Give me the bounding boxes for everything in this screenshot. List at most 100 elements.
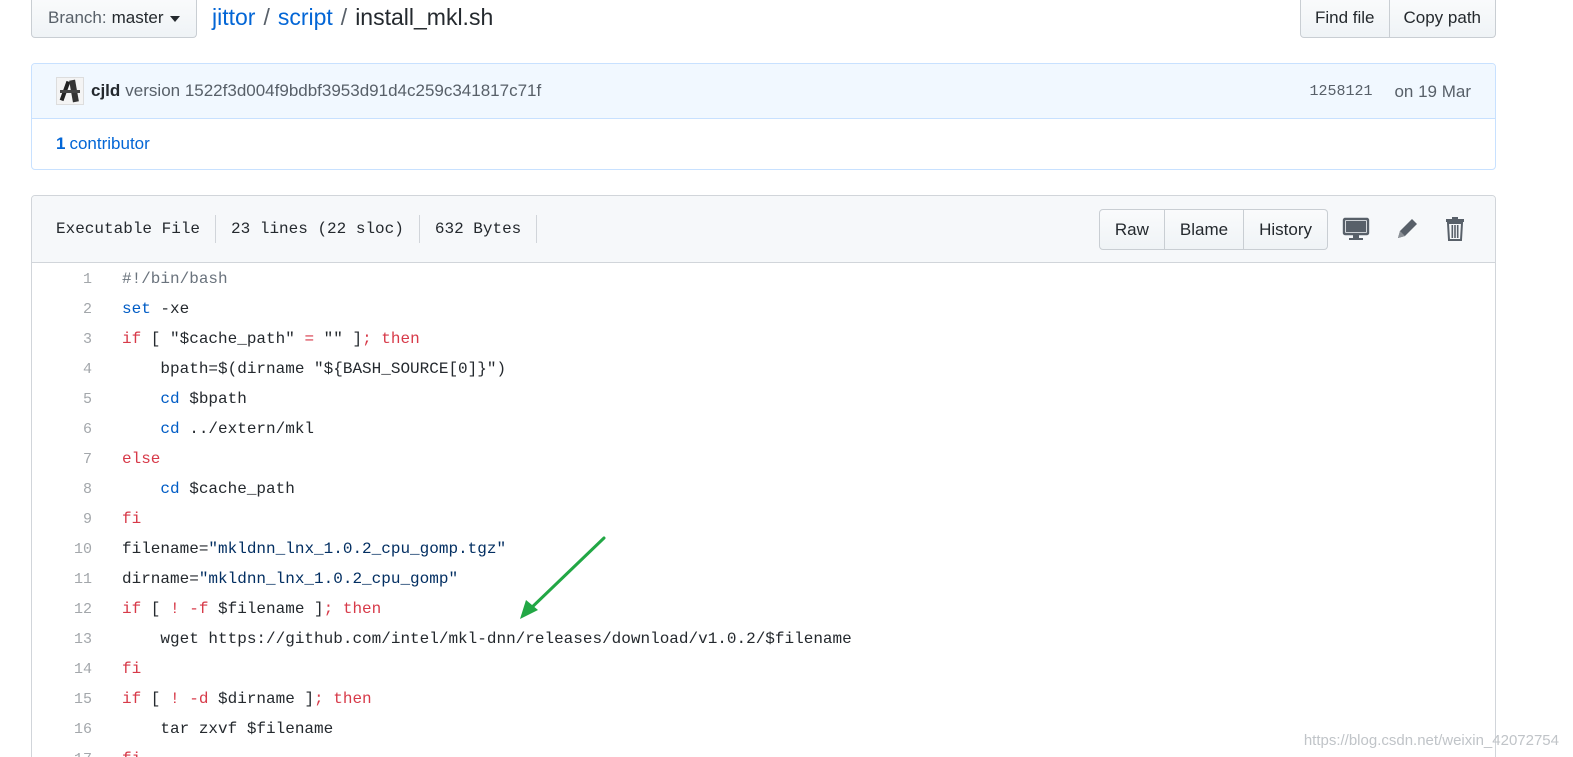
contributor-label: contributor bbox=[69, 134, 150, 153]
commit-sha-link[interactable]: 1258121 bbox=[1309, 83, 1372, 100]
line-number[interactable]: 2 bbox=[32, 301, 122, 318]
file-header: Executable File 23 lines (22 sloc) 632 B… bbox=[32, 196, 1495, 263]
copy-path-button[interactable]: Copy path bbox=[1389, 0, 1496, 38]
code-token: ; then bbox=[362, 330, 420, 348]
code-token: -xe bbox=[150, 300, 190, 318]
code-token: if bbox=[122, 600, 142, 618]
code-token: [ bbox=[141, 600, 171, 618]
watermark-text: https://blog.csdn.net/weixin_42072754 bbox=[1303, 732, 1559, 749]
history-button[interactable]: History bbox=[1244, 209, 1328, 250]
branch-select-button[interactable]: Branch: master bbox=[31, 0, 197, 38]
line-number[interactable]: 8 bbox=[32, 481, 122, 498]
line-code: tar zxvf $filename bbox=[122, 720, 333, 738]
code-line: 3 if [ "$cache_path" = "" ]; then bbox=[32, 324, 1495, 354]
line-number[interactable]: 17 bbox=[32, 751, 122, 757]
code-token: $filename ] bbox=[208, 600, 324, 618]
file-line-count: 23 lines (22 sloc) bbox=[216, 215, 420, 243]
contributors-link[interactable]: 1 contributor bbox=[32, 119, 1495, 169]
trash-icon[interactable] bbox=[1440, 214, 1470, 244]
code-token: "${BASH_SOURCE[0]}" bbox=[314, 360, 497, 378]
commit-date: on 19 Mar bbox=[1394, 81, 1471, 101]
file-viewer: Executable File 23 lines (22 sloc) 632 B… bbox=[31, 195, 1496, 757]
code-token: "$cache_path" bbox=[170, 330, 295, 348]
line-code: else bbox=[122, 450, 160, 468]
code-token: dirname= bbox=[122, 570, 199, 588]
line-number[interactable]: 5 bbox=[32, 391, 122, 408]
find-file-button[interactable]: Find file bbox=[1299, 0, 1390, 38]
line-code: wget https://github.com/intel/mkl-dnn/re… bbox=[122, 630, 851, 648]
code-line: 11 dirname="mkldnn_lnx_1.0.2_cpu_gomp" bbox=[32, 564, 1495, 594]
commit-tease: cjld version 1522f3d004f9bdbf3953d91d4c2… bbox=[31, 63, 1496, 170]
line-code: fi bbox=[122, 750, 141, 757]
line-number[interactable]: 14 bbox=[32, 661, 122, 678]
commit-author-link[interactable]: cjld bbox=[91, 81, 120, 101]
code-token: ) bbox=[496, 360, 507, 378]
line-code: cd $bpath bbox=[122, 390, 246, 408]
code-token: ; then bbox=[314, 690, 372, 708]
branch-name: master bbox=[111, 7, 164, 27]
breadcrumb: jittor / script / install_mkl.sh bbox=[212, 4, 493, 31]
line-number[interactable]: 16 bbox=[32, 721, 122, 738]
code-line: 17fi bbox=[32, 744, 1495, 757]
code-token: fi bbox=[122, 660, 142, 678]
code-token: bpath=$(dirname bbox=[122, 360, 315, 378]
code-token: set bbox=[122, 300, 151, 318]
code-line: 8 cd $cache_path bbox=[32, 474, 1495, 504]
line-code: if [ "$cache_path" = "" ]; then bbox=[122, 330, 420, 348]
code-token: [ bbox=[141, 330, 171, 348]
commit-meta: 1258121 on 19 Mar bbox=[1309, 64, 1471, 119]
code-line: 7 else bbox=[32, 444, 1495, 474]
arrow-annotation-icon bbox=[520, 536, 606, 619]
code-token: if bbox=[122, 690, 142, 708]
line-number[interactable]: 4 bbox=[32, 361, 122, 378]
file-actions-group: Raw Blame History bbox=[1098, 209, 1328, 250]
raw-button[interactable]: Raw bbox=[1098, 209, 1165, 250]
code-token: fi bbox=[122, 510, 142, 528]
code-token: "" bbox=[323, 330, 343, 348]
code-line: 16 tar zxvf $filename bbox=[32, 714, 1495, 744]
code-token: cd bbox=[160, 390, 180, 408]
line-number[interactable]: 7 bbox=[32, 451, 122, 468]
line-number[interactable]: 15 bbox=[32, 691, 122, 708]
line-number[interactable]: 11 bbox=[32, 571, 122, 588]
breadcrumb-repo-link[interactable]: jittor bbox=[212, 4, 255, 31]
code-token: cd bbox=[160, 420, 180, 438]
line-code: #!/bin/bash bbox=[122, 270, 228, 288]
code-line: 9 fi bbox=[32, 504, 1495, 534]
pencil-icon[interactable] bbox=[1392, 214, 1422, 244]
line-number[interactable]: 3 bbox=[32, 331, 122, 348]
path-actions: Find file Copy path bbox=[1299, 0, 1496, 38]
code-line: 4 bpath=$(dirname "${BASH_SOURCE[0]}") bbox=[32, 354, 1495, 384]
code-line: 14 fi bbox=[32, 654, 1495, 684]
line-number[interactable]: 10 bbox=[32, 541, 122, 558]
line-number[interactable]: 1 bbox=[32, 271, 122, 288]
line-number[interactable]: 13 bbox=[32, 631, 122, 648]
code-token: "mkldnn_lnx_1.0.2_cpu_gomp" bbox=[198, 570, 459, 588]
code-token: $dirname ] bbox=[208, 690, 315, 708]
branch-prefix: Branch: bbox=[48, 7, 107, 27]
code-table: 1 #!/bin/bash 2 set -xe 3 if [ "$cache_path" … bbox=[32, 263, 1495, 757]
line-code: filename="mkldnn_lnx_1.0.2_cpu_gomp.tgz" bbox=[122, 540, 506, 558]
line-code: bpath=$(dirname "${BASH_SOURCE[0]}") bbox=[122, 360, 506, 378]
blame-button[interactable]: Blame bbox=[1164, 209, 1245, 250]
desktop-icon[interactable] bbox=[1341, 214, 1371, 244]
code-line: 6 cd ../extern/mkl bbox=[32, 414, 1495, 444]
code-token: fi bbox=[122, 750, 141, 757]
file-mode: Executable File bbox=[56, 215, 217, 243]
code-token: else bbox=[122, 450, 161, 468]
line-code: set -xe bbox=[122, 300, 189, 318]
line-code: if [ ! -d $dirname ]; then bbox=[122, 690, 372, 708]
code-token: tar zxvf $filename bbox=[122, 720, 334, 738]
commit-message[interactable]: version 1522f3d004f9bdbf3953d91d4c259c34… bbox=[125, 81, 541, 101]
line-number[interactable]: 9 bbox=[32, 511, 122, 528]
line-number[interactable]: 12 bbox=[32, 601, 122, 618]
latest-commit-header: cjld version 1522f3d004f9bdbf3953d91d4c2… bbox=[32, 64, 1495, 119]
avatar[interactable] bbox=[56, 77, 84, 105]
code-token: [ bbox=[141, 690, 171, 708]
file-size: 632 Bytes bbox=[420, 215, 538, 243]
breadcrumb-dir-link[interactable]: script bbox=[278, 4, 333, 31]
line-number[interactable]: 6 bbox=[32, 421, 122, 438]
code-token: ; then bbox=[323, 600, 382, 618]
line-code: cd $cache_path bbox=[122, 480, 294, 498]
